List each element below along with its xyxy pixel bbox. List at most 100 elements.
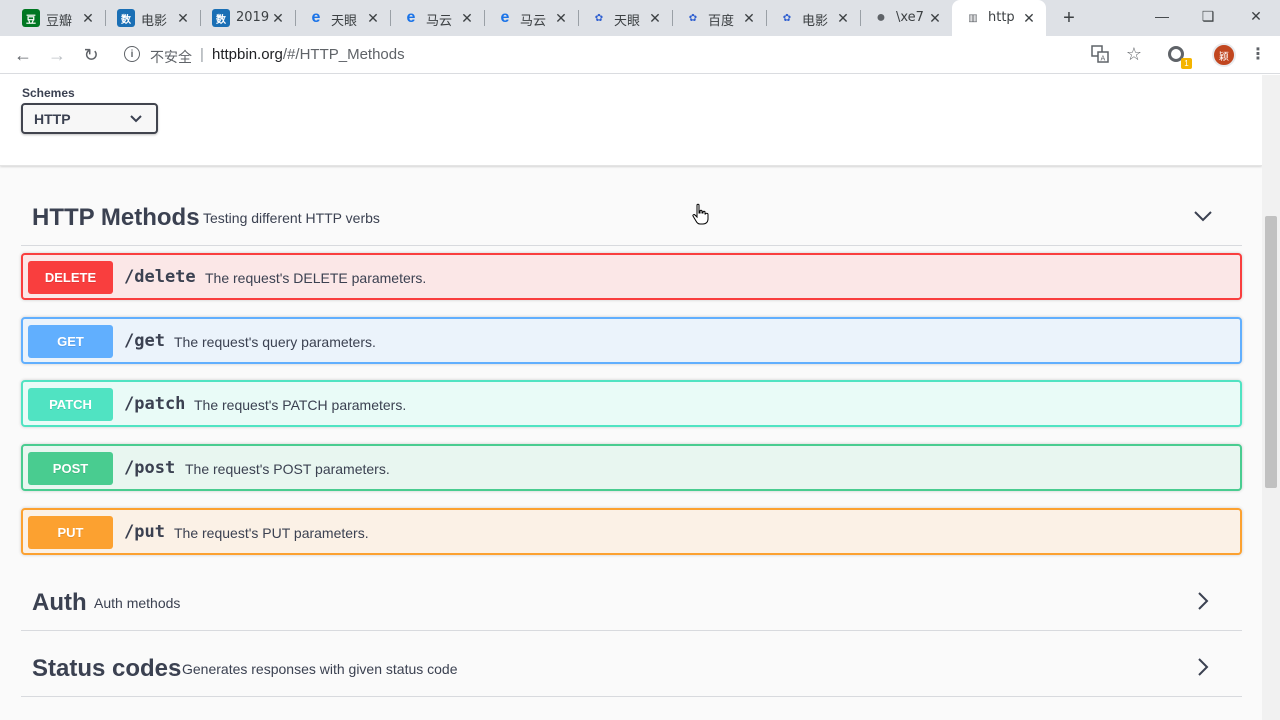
endpoint-summary: The request's POST parameters. xyxy=(185,461,390,477)
browser-tab[interactable]: ● \xe7 ✕ xyxy=(860,0,952,36)
svg-text:A: A xyxy=(1101,55,1106,63)
browser-tab[interactable]: 豆豆瓣 ✕ xyxy=(10,0,105,36)
baidu-paw-icon: ✿ xyxy=(594,12,604,24)
back-arrow-icon[interactable]: ← xyxy=(12,44,34,66)
schemes-selected-value: HTTP xyxy=(34,111,71,127)
close-icon[interactable]: ✕ xyxy=(458,9,476,27)
url-text[interactable]: httpbin.org/#/HTTP_Methods xyxy=(212,46,405,63)
sections-area xyxy=(0,166,1262,720)
section-auth[interactable]: Auth Auth methods xyxy=(21,575,1242,631)
endpoint-summary: The request's PATCH parameters. xyxy=(194,397,407,413)
opblock-patch[interactable]: PATCH/patch The request's PATCH parameter… xyxy=(21,380,1242,427)
news-icon: 数 xyxy=(212,9,230,27)
opblock-post[interactable]: POST/post The request's POST parameters. xyxy=(21,444,1242,491)
browser-tab[interactable]: ▥ http ✕ xyxy=(952,0,1046,36)
endpoint-path: /put xyxy=(124,522,165,542)
method-badge: POST xyxy=(28,452,113,485)
browser-tab[interactable]: ✿ 百度 ✕ xyxy=(672,0,766,36)
browser-tab[interactable]: e 天眼 ✕ xyxy=(295,0,390,36)
edge-icon: e xyxy=(311,9,321,26)
close-icon[interactable]: ✕ xyxy=(1020,9,1038,27)
endpoint-path: /get xyxy=(124,331,165,351)
baidu-paw-icon: ✿ xyxy=(782,12,792,24)
profile-avatar[interactable]: 颖 xyxy=(1212,43,1236,67)
browser-tab[interactable]: e 马云 ✕ xyxy=(390,0,484,36)
browser-tab-title: http xyxy=(988,10,1015,25)
section-title: HTTP Methods xyxy=(32,204,200,231)
close-icon[interactable]: ✕ xyxy=(740,9,758,27)
browser-tab[interactable]: ✿ 天眼 ✕ xyxy=(578,0,672,36)
browser-tab-title: 电影 xyxy=(802,14,829,29)
schemes-container: Schemes HTTP xyxy=(0,75,1262,166)
method-badge: GET xyxy=(28,325,113,358)
method-badge: PUT xyxy=(28,516,113,549)
url-path: /#/HTTP_Methods xyxy=(282,46,405,63)
chevron-down-icon[interactable] xyxy=(1191,204,1215,228)
endpoint-summary: The request's DELETE parameters. xyxy=(205,270,427,286)
section-description: Testing different HTTP verbs xyxy=(203,210,380,226)
browser-tab-title: 百度 xyxy=(708,14,735,29)
browser-tab[interactable]: ✿ 电影 ✕ xyxy=(766,0,860,36)
browser-tab-title: 天眼 xyxy=(331,14,358,29)
reload-icon[interactable]: ↻ xyxy=(80,44,102,66)
endpoint-path: /patch xyxy=(124,394,186,414)
close-icon[interactable]: ✕ xyxy=(926,9,944,27)
schemes-select[interactable]: HTTP xyxy=(21,103,158,134)
star-icon[interactable]: ☆ xyxy=(1124,44,1144,64)
close-icon[interactable]: ✕ xyxy=(174,9,192,27)
close-icon[interactable]: ✕ xyxy=(834,9,852,27)
chevron-right-icon[interactable] xyxy=(1191,655,1215,679)
section-http-methods[interactable]: HTTP Methods Testing different HTTP verb… xyxy=(21,190,1242,246)
close-icon[interactable]: ✕ xyxy=(79,9,97,27)
section-description: Generates responses with given status co… xyxy=(182,661,458,677)
douban-icon: 豆 xyxy=(22,9,40,27)
chevron-right-icon[interactable] xyxy=(1191,589,1215,613)
page-content: Schemes HTTP HTTP Methods Testing differ… xyxy=(0,75,1262,720)
edge-icon: e xyxy=(500,9,510,26)
edge-icon: e xyxy=(406,9,416,26)
opblock-get[interactable]: GET/get The request's query parameters. xyxy=(21,317,1242,364)
method-badge: PATCH xyxy=(28,388,113,421)
baidu-paw-icon: ✿ xyxy=(688,12,698,24)
scrollbar-thumb[interactable] xyxy=(1265,216,1277,488)
browser-tab[interactable]: 数 2019 ✕ xyxy=(200,0,295,36)
close-icon[interactable]: ✕ xyxy=(269,9,287,27)
url-host: httpbin.org xyxy=(212,46,283,63)
close-icon[interactable]: ✕ xyxy=(364,9,382,27)
browser-tab[interactable]: 数电影 ✕ xyxy=(105,0,200,36)
news-icon: 数 xyxy=(117,9,135,27)
new-tab-button[interactable]: + xyxy=(1058,7,1080,29)
insecure-label: 不安全 xyxy=(150,50,192,66)
schemes-label: Schemes xyxy=(22,86,75,100)
info-icon[interactable]: i xyxy=(124,46,140,62)
hand-cursor-icon xyxy=(691,203,709,225)
restore-button[interactable]: ❏ xyxy=(1196,6,1220,26)
minimize-button[interactable]: — xyxy=(1150,6,1174,26)
globe-icon: ● xyxy=(876,9,886,26)
translate-icon[interactable]: A xyxy=(1090,44,1110,64)
section-title: Status codes xyxy=(32,655,182,682)
opblock-put[interactable]: PUT/put The request's PUT parameters. xyxy=(21,508,1242,555)
close-icon[interactable]: ✕ xyxy=(552,9,570,27)
forward-arrow-icon[interactable]: → xyxy=(46,44,68,66)
extension-badge: 1 xyxy=(1181,58,1192,69)
opblock-delete[interactable]: DELETE/delete The request's DELETE parame… xyxy=(21,253,1242,300)
address-bar[interactable]: i 不安全 | httpbin.org/#/HTTP_Methods xyxy=(116,40,1156,70)
browser-tab-title: 马云 xyxy=(426,14,453,29)
browser-tab-title: 马云 xyxy=(520,14,547,29)
method-badge: DELETE xyxy=(28,261,113,294)
browser-toolbar: ← → ↻ i 不安全 | httpbin.org/#/HTTP_Methods xyxy=(0,36,1280,74)
url-separator: | xyxy=(200,46,204,63)
window-close-button[interactable]: ✕ xyxy=(1244,6,1268,26)
endpoint-summary: The request's query parameters. xyxy=(174,334,376,350)
endpoint-path: /post xyxy=(124,458,176,478)
browser-tab-title: 2019 xyxy=(236,10,270,25)
close-icon[interactable]: ✕ xyxy=(646,9,664,27)
chevron-down-icon xyxy=(129,109,143,132)
browser-tab-title: 电影 xyxy=(141,14,168,29)
section-status-codes[interactable]: Status codes Generates responses with gi… xyxy=(21,641,1242,697)
tab-strip: + — ❏ ✕ 豆豆瓣 ✕ 数电影 ✕ 数 2019 ✕ e 天眼 ✕ e 马云 ✕ e 马云 ✕ ✿ 天眼 ✕ ✿ 百… xyxy=(0,0,1280,36)
menu-kebab-icon[interactable]: ⋮ xyxy=(1248,44,1268,64)
trash-icon: ▥ xyxy=(968,12,978,24)
browser-tab[interactable]: e 马云 ✕ xyxy=(484,0,578,36)
